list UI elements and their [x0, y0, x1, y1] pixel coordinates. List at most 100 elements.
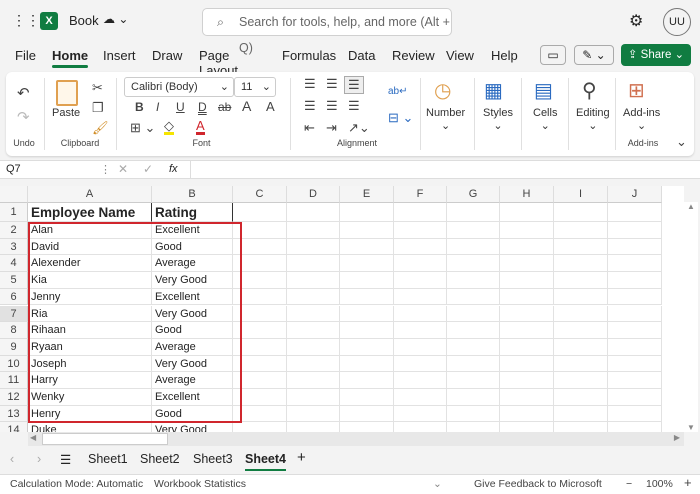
cell[interactable] [500, 238, 554, 256]
italic-button[interactable]: I [156, 100, 159, 114]
cell[interactable] [340, 322, 394, 339]
formula-input[interactable] [190, 161, 695, 178]
app-launcher-icon[interactable]: ⋮⋮ [12, 12, 40, 29]
next-sheet-icon[interactable]: › [37, 452, 41, 466]
wrap-text-icon[interactable]: ab↵ [388, 86, 408, 97]
bold-button[interactable]: B [135, 100, 144, 114]
add-ins-icon[interactable]: ⊞ [628, 78, 645, 103]
cell[interactable] [500, 322, 554, 339]
cell[interactable] [554, 203, 608, 222]
cell[interactable] [287, 238, 340, 256]
column-header-E[interactable]: E [340, 186, 394, 203]
align-bottom-icon[interactable]: ☰ [344, 76, 364, 94]
cancel-icon[interactable]: ✕ [118, 162, 128, 176]
cell[interactable] [554, 355, 608, 373]
cell[interactable] [500, 272, 554, 289]
number-format-icon[interactable]: ◷ [434, 78, 451, 103]
cell[interactable] [394, 203, 447, 222]
cell[interactable] [500, 338, 554, 356]
search-input[interactable]: ⌕ Search for tools, help, and more (Alt +… [202, 8, 452, 55]
all-sheets-menu-icon[interactable]: ☰ [60, 452, 71, 467]
insert-function-icon[interactable]: fx [169, 163, 178, 175]
cell[interactable] [447, 405, 500, 423]
cell[interactable] [287, 355, 340, 373]
cell[interactable] [394, 338, 447, 356]
cell[interactable] [394, 222, 447, 239]
column-header-F[interactable]: F [394, 186, 447, 203]
cell[interactable] [287, 422, 340, 432]
align-center-icon[interactable]: ☰ [326, 98, 338, 114]
cell[interactable] [500, 222, 554, 239]
comments-icon[interactable]: ▭ [540, 45, 566, 65]
row-header-5[interactable]: 5 [0, 272, 28, 289]
align-left-icon[interactable]: ☰ [304, 98, 316, 114]
cell[interactable] [447, 305, 500, 323]
cell[interactable] [500, 389, 554, 406]
enter-check-icon[interactable]: ✓ [143, 162, 153, 176]
cell[interactable] [340, 222, 394, 239]
cell[interactable] [608, 222, 662, 239]
cell[interactable] [340, 422, 394, 432]
cell[interactable] [340, 288, 394, 306]
align-right-icon[interactable]: ☰ [348, 98, 360, 114]
cell[interactable] [500, 203, 554, 222]
merge-center-icon[interactable]: ⊟ ⌄ [388, 110, 413, 126]
decrease-font-button[interactable]: A [266, 99, 275, 114]
row-header-2[interactable]: 2 [0, 222, 28, 239]
row-header-13[interactable]: 13 [0, 405, 28, 423]
tab-formulas[interactable]: Formulas [282, 48, 336, 63]
cell[interactable] [340, 389, 394, 406]
column-header-C[interactable]: C [233, 186, 287, 203]
header-cell[interactable]: Employee Name [28, 203, 152, 222]
cell[interactable] [287, 222, 340, 239]
strikethrough-button[interactable]: ab [218, 100, 231, 114]
paste-icon[interactable] [56, 80, 78, 106]
cell[interactable] [340, 405, 394, 423]
cell[interactable] [233, 203, 287, 222]
tab-help[interactable]: Help [491, 48, 518, 63]
cell[interactable] [447, 355, 500, 373]
cell[interactable] [447, 322, 500, 339]
cell[interactable] [394, 322, 447, 339]
cell[interactable] [608, 272, 662, 289]
tab-draw[interactable]: Draw [152, 48, 182, 63]
zoom-out-icon[interactable]: − [626, 475, 632, 493]
row-header-11[interactable]: 11 [0, 372, 28, 389]
cell[interactable] [394, 272, 447, 289]
column-header-J[interactable]: J [608, 186, 662, 203]
cell[interactable] [500, 422, 554, 432]
header-cell[interactable]: Rating [152, 203, 233, 222]
zoom-in-icon[interactable]: + [684, 475, 692, 491]
cell[interactable] [447, 372, 500, 389]
tab-insert[interactable]: Insert [103, 48, 136, 63]
editing-button[interactable]: Editing ⌄ [576, 107, 610, 132]
cell[interactable] [287, 322, 340, 339]
cell[interactable] [394, 422, 447, 432]
cell[interactable] [340, 355, 394, 373]
styles-icon[interactable]: ▦ [484, 78, 503, 103]
cell[interactable] [500, 355, 554, 373]
styles-button[interactable]: Styles ⌄ [483, 107, 513, 132]
cell[interactable] [287, 389, 340, 406]
cell[interactable] [447, 222, 500, 239]
cell[interactable] [608, 255, 662, 273]
cell[interactable] [447, 389, 500, 406]
settings-gear-icon[interactable]: ⚙ [629, 11, 643, 31]
row-header-12[interactable]: 12 [0, 389, 28, 406]
underline-button[interactable]: U [176, 100, 185, 114]
cell[interactable] [554, 389, 608, 406]
cell[interactable] [394, 255, 447, 273]
select-all-corner[interactable] [0, 186, 28, 203]
cell[interactable] [608, 238, 662, 256]
cell[interactable] [447, 255, 500, 273]
row-header-10[interactable]: 10 [0, 355, 28, 373]
cell[interactable] [554, 272, 608, 289]
cell[interactable] [554, 322, 608, 339]
cell[interactable]: Very Good [152, 422, 233, 432]
column-header-B[interactable]: B [152, 186, 233, 203]
name-box-dropdown-icon[interactable]: ⋮ [100, 163, 111, 176]
cell[interactable] [287, 255, 340, 273]
number-button[interactable]: Number ⌄ [426, 107, 465, 132]
cell[interactable] [340, 272, 394, 289]
cell[interactable] [608, 372, 662, 389]
